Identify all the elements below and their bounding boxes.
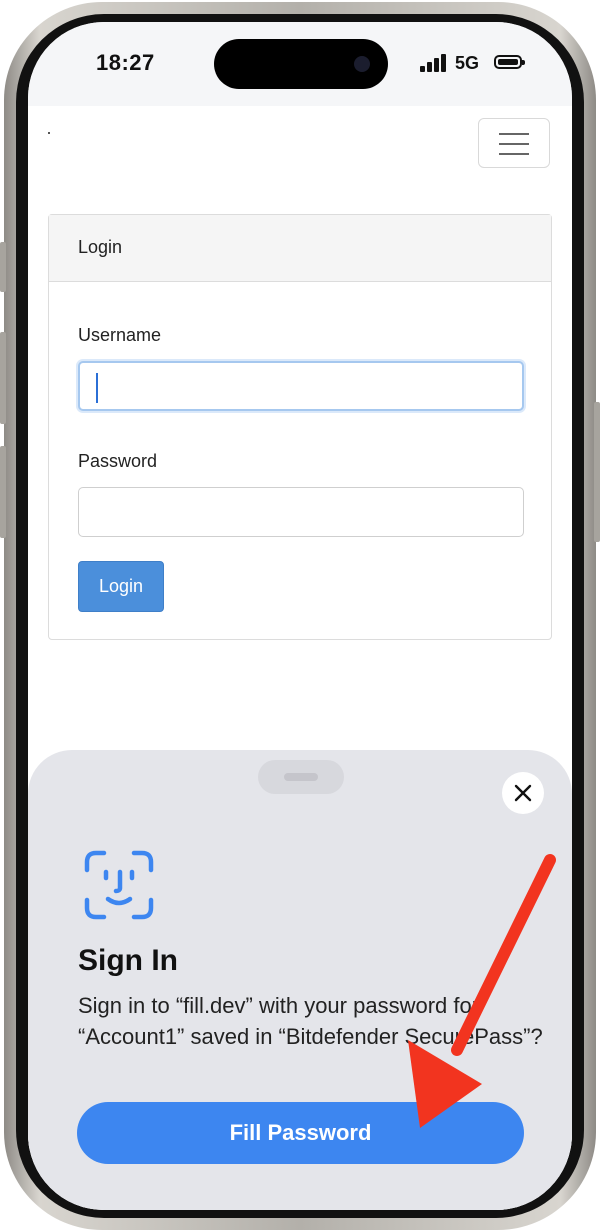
battery-icon (494, 55, 525, 69)
dynamic-island (214, 39, 388, 89)
volume-up-button (0, 332, 6, 424)
login-card: Login Username Password Login (48, 214, 552, 640)
cellular-signal-icon (420, 54, 448, 72)
blurred-indicator (258, 760, 344, 794)
phone-screen: 18:27 5G Login Username Password Login S… (28, 22, 572, 1210)
text-caret (96, 373, 98, 403)
volume-down-button (0, 446, 6, 538)
sheet-title: Sign In (78, 944, 178, 977)
password-input[interactable] (78, 487, 524, 537)
front-camera (354, 56, 370, 72)
fill-password-button[interactable]: Fill Password (77, 1102, 524, 1164)
hamburger-menu-icon[interactable] (478, 118, 550, 168)
password-label: Password (78, 451, 158, 471)
action-button (0, 242, 6, 292)
status-time: 18:27 (96, 50, 155, 75)
login-card-header: Login (49, 215, 551, 282)
sheet-message: Sign in to “fill.dev” with your password… (78, 993, 543, 1049)
network-type: 5G (455, 53, 480, 73)
face-id-icon (84, 850, 154, 920)
site-navbar (28, 106, 572, 183)
username-input[interactable] (78, 361, 524, 411)
status-bar: 18:27 5G (28, 22, 572, 106)
login-button[interactable]: Login (78, 561, 164, 612)
sign-in-sheet: Sign In Sign in to “fill.dev” with your … (28, 750, 572, 1210)
power-button (594, 402, 600, 542)
username-label: Username (78, 325, 162, 345)
navbar-brand (48, 132, 50, 134)
login-card-title: Login (78, 237, 123, 257)
close-icon[interactable] (502, 772, 544, 814)
